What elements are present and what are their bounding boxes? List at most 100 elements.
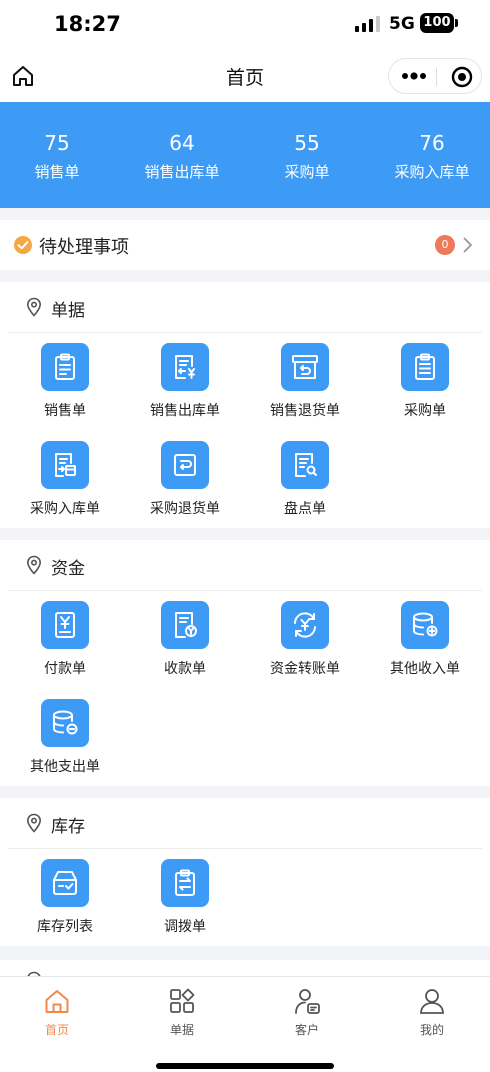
todo-count-badge: 0 <box>435 235 455 255</box>
location-pin-icon <box>26 555 42 575</box>
todo-label: 待处理事项 <box>39 237 129 258</box>
section-divider <box>8 332 482 333</box>
stat-label: 采购单 <box>284 163 330 181</box>
grid-item-sales-return[interactable]: 销售退货单 <box>244 343 366 441</box>
tile <box>41 441 89 489</box>
grid-item-payment[interactable]: 付款单 <box>4 601 126 699</box>
tab-label: 首页 <box>44 1023 69 1037</box>
location-pin-icon <box>26 297 42 317</box>
document-yen-out-icon <box>175 355 195 379</box>
grid-item-label: 其他收入单 <box>390 661 460 677</box>
mini-program-capsule <box>388 58 482 94</box>
database-plus-icon <box>413 612 438 637</box>
stats-banner: 75 销售单 64 销售出库单 55 采购单 76 采购入库单 <box>0 102 490 208</box>
section-header: 资金 <box>0 540 490 590</box>
stat-value: 64 <box>169 131 195 155</box>
tab-documents[interactable]: 单据 <box>121 985 243 1041</box>
tile <box>41 699 89 747</box>
grid-item-transfer-order[interactable]: 调拨单 <box>124 859 246 957</box>
return-box-icon <box>292 355 318 379</box>
stat-purchase-inbound[interactable]: 76 采购入库单 <box>371 130 490 182</box>
stat-label: 采购入库单 <box>394 163 470 181</box>
stat-sales-orders[interactable]: 75 销售单 <box>0 130 118 182</box>
tile <box>161 859 209 907</box>
section-inventory: 库存 库存列表 调拨单 <box>0 798 490 946</box>
tile <box>401 343 449 391</box>
grid-item-stocktake[interactable]: 盘点单 <box>244 441 366 539</box>
section-title: 库存 <box>51 817 85 837</box>
grid-item-receipt[interactable]: 收款单 <box>124 601 246 699</box>
grid-item-label: 库存列表 <box>37 919 93 935</box>
customer-icon <box>295 989 320 1014</box>
tile <box>401 601 449 649</box>
grid-item-label: 资金转账单 <box>270 661 340 677</box>
section-title: 单据 <box>51 301 85 321</box>
grid-item-purchase-order[interactable]: 采购单 <box>364 343 486 441</box>
section-divider <box>8 848 482 849</box>
grid-item-purchase-inbound[interactable]: 采购入库单 <box>4 441 126 539</box>
status-bar: 18:27 5G 100 <box>0 0 490 50</box>
battery-level: 100 <box>420 13 454 33</box>
tab-profile[interactable]: 我的 <box>371 985 490 1041</box>
tile <box>161 343 209 391</box>
section-header: 单据 <box>0 282 490 332</box>
grid-item-label: 销售出库单 <box>150 403 220 419</box>
grid-item-fund-transfer[interactable]: 资金转账单 <box>244 601 366 699</box>
todo-row[interactable]: 待处理事项 0 <box>0 220 490 270</box>
grid-item-sales-outbound[interactable]: 销售出库单 <box>124 343 246 441</box>
stat-label: 销售出库单 <box>144 163 220 181</box>
home-indicator[interactable] <box>156 1063 334 1069</box>
receipt-yen-icon <box>175 612 197 638</box>
stat-label: 销售单 <box>34 163 80 181</box>
tile <box>161 441 209 489</box>
grid-item-other-income[interactable]: 其他收入单 <box>364 601 486 699</box>
grid-item-sales-order[interactable]: 销售单 <box>4 343 126 441</box>
stat-value: 55 <box>294 131 320 155</box>
tile <box>281 343 329 391</box>
signal-icon <box>355 16 380 32</box>
network-label: 5G <box>389 14 415 34</box>
capsule-divider <box>436 68 437 86</box>
grid-item-label: 销售单 <box>44 403 86 419</box>
location-pin-icon <box>26 813 42 833</box>
grid-item-inventory-list[interactable]: 库存列表 <box>4 859 126 957</box>
tab-label: 我的 <box>419 1023 444 1037</box>
yen-document-icon <box>55 612 75 638</box>
battery-icon: 100 <box>420 13 458 33</box>
tile <box>41 601 89 649</box>
grid-item-label: 盘点单 <box>284 501 326 517</box>
check-circle-icon <box>14 236 32 254</box>
grid-item-label: 其他支出单 <box>30 759 100 775</box>
tab-customers[interactable]: 客户 <box>246 985 368 1041</box>
section-documents: 单据 销售单 销售出库单 销售退货单 采购单 采购入库单 采购退货单 盘点单 <box>0 282 490 528</box>
tile <box>41 859 89 907</box>
tab-home[interactable]: 首页 <box>0 985 118 1041</box>
nav-bar: 首页 <box>0 50 490 102</box>
close-target-icon[interactable] <box>451 66 473 88</box>
tab-label: 客户 <box>294 1023 319 1037</box>
grid-item-label: 采购入库单 <box>30 501 100 517</box>
tile <box>161 601 209 649</box>
status-time: 18:27 <box>54 12 121 36</box>
clipboard-transfer-icon <box>175 869 195 896</box>
grid-item-label: 销售退货单 <box>270 403 340 419</box>
grid-item-label: 调拨单 <box>164 919 206 935</box>
grid-item-label: 付款单 <box>44 661 86 677</box>
return-square-icon <box>174 454 196 476</box>
stat-sales-outbound[interactable]: 64 销售出库单 <box>121 130 243 182</box>
yen-transfer-icon <box>294 612 316 638</box>
database-minus-icon <box>53 710 78 735</box>
grid-item-other-expense[interactable]: 其他支出单 <box>4 699 126 797</box>
grid-item-purchase-return[interactable]: 采购退货单 <box>124 441 246 539</box>
tile <box>41 343 89 391</box>
stat-value: 76 <box>419 131 445 155</box>
grid-item-label: 收款单 <box>164 661 206 677</box>
section-title: 资金 <box>51 559 85 579</box>
grid-item-label: 采购单 <box>404 403 446 419</box>
clipboard-list-icon <box>55 353 75 380</box>
more-icon[interactable] <box>401 69 427 83</box>
user-icon <box>420 989 444 1014</box>
inbox-check-icon <box>53 871 77 895</box>
stat-purchase-orders[interactable]: 55 采购单 <box>246 130 368 182</box>
stat-value: 75 <box>44 131 70 155</box>
